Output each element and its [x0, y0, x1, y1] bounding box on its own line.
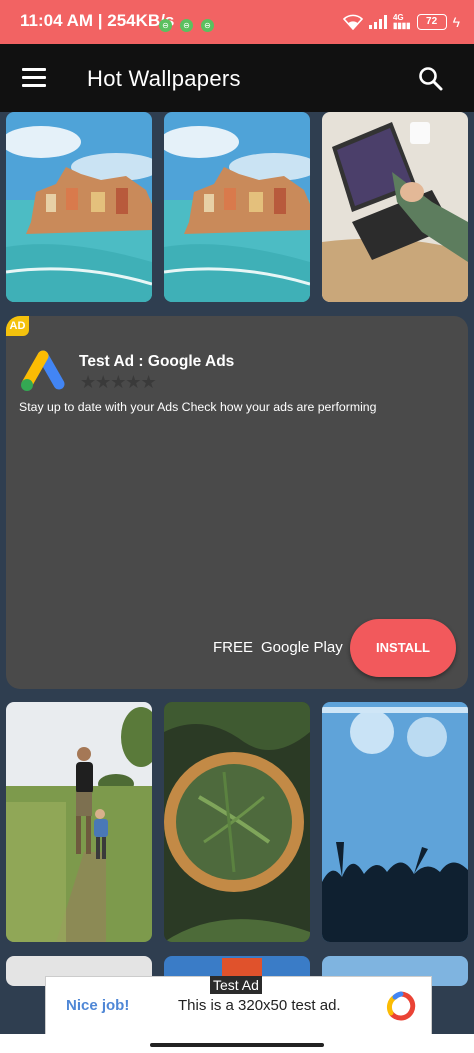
- signal-icon: [368, 15, 387, 29]
- wallpaper-fern-lens[interactable]: [164, 702, 310, 942]
- ad-title: Test Ad : Google Ads: [79, 353, 235, 370]
- wallpaper-coastal-town-2[interactable]: [164, 112, 310, 302]
- status-bar: 11:04 AM | 254KB/s ⊖ ⊖ ⊖ 4G ▮▮▮▮ 72 ϟ: [0, 0, 474, 44]
- app-toolbar: Hot Wallpapers: [0, 44, 474, 112]
- banner-ad-label: Test Ad: [210, 976, 262, 994]
- hamburger-menu-icon[interactable]: [22, 68, 46, 88]
- ad-description: Stay up to date with your Ads Check how …: [19, 400, 377, 414]
- wallpaper-tablet-drawing[interactable]: [322, 112, 468, 302]
- wallpaper-father-child[interactable]: [6, 702, 152, 942]
- wallpaper-image: [164, 112, 310, 302]
- notification-icon: ⊖: [180, 19, 193, 32]
- native-ad-card[interactable]: AD Test Ad : Google Ads ★★★★★ Stay up to…: [6, 316, 468, 689]
- wallpaper-image: [322, 702, 468, 942]
- page-title: Hot Wallpapers: [87, 66, 241, 91]
- battery-icon: 72: [416, 14, 447, 30]
- ad-store: Google Play: [261, 639, 343, 656]
- ad-price: FREE: [213, 639, 254, 656]
- wallpaper-image: [6, 112, 152, 302]
- wallpaper-image: [164, 702, 310, 942]
- home-indicator[interactable]: [150, 1043, 324, 1047]
- banner-ad[interactable]: Test Ad Nice job! This is a 320x50 test …: [45, 976, 432, 1036]
- status-time: 11:04 AM | 254KB/s: [20, 11, 175, 30]
- network-type: 4G: [392, 13, 404, 22]
- install-button[interactable]: INSTALL: [350, 619, 456, 677]
- notification-icon: ⊖: [159, 19, 172, 32]
- charging-icon: ϟ: [452, 14, 460, 30]
- ad-badge: AD: [6, 316, 29, 336]
- wallpaper-image: [322, 112, 468, 302]
- wallpaper-concert-crowd[interactable]: [322, 702, 468, 942]
- banner-ad-text: This is a 320x50 test ad.: [178, 997, 341, 1014]
- wifi-icon: [342, 14, 363, 30]
- signal-4g-icon: 4G ▮▮▮▮: [392, 13, 411, 30]
- wallpaper-coastal-town-1[interactable]: [6, 112, 152, 302]
- battery-level: 72: [426, 16, 438, 27]
- search-icon[interactable]: [418, 66, 444, 92]
- rating-stars: ★★★★★: [80, 372, 157, 392]
- admob-logo-icon: [386, 991, 416, 1021]
- notification-icon: ⊖: [201, 19, 214, 32]
- banner-nice-text: Nice job!: [66, 997, 130, 1014]
- google-ads-logo: [21, 350, 65, 391]
- wallpaper-image: [6, 702, 152, 942]
